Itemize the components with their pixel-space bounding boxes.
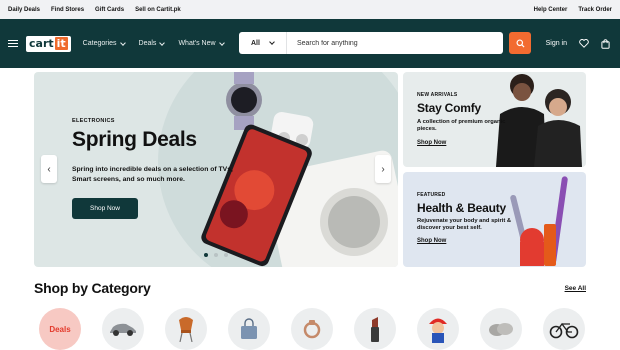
promo-health-beauty[interactable]: FEATURED Health & Beauty Rejuvenate your… [403, 172, 586, 267]
nav-categories-label: Categories [82, 40, 117, 47]
logo-it-text: it [54, 37, 68, 50]
promo1-shop-now-link[interactable]: Shop Now [417, 140, 446, 146]
ring-icon [303, 320, 321, 339]
nav-whats-new[interactable]: What's New [178, 39, 225, 47]
search-input[interactable] [286, 39, 477, 47]
category-handbag[interactable] [228, 308, 270, 350]
prev-slide-button[interactable]: ‹ [41, 155, 57, 183]
see-all-link[interactable]: See All [565, 285, 586, 292]
chair-icon [179, 317, 193, 342]
search-icon [515, 38, 525, 48]
chevron-left-icon: ‹ [47, 163, 51, 175]
hero-shop-now-button[interactable]: Shop Now [72, 198, 138, 219]
nav-deals[interactable]: Deals [138, 39, 166, 47]
find-stores-link[interactable]: Find Stores [51, 7, 84, 13]
promo-stay-comfy[interactable]: NEW ARRIVALS Stay Comfy A collection of … [403, 72, 586, 167]
slide-indicators [204, 253, 228, 257]
help-center-link[interactable]: Help Center [534, 7, 568, 13]
category-deals-label: Deals [49, 324, 71, 334]
hero-banner[interactable]: ELECTRONICS Spring Deals Spring into inc… [34, 72, 398, 267]
search-bar: All [239, 32, 503, 54]
search-category-select[interactable]: All [239, 32, 287, 54]
chevron-down-icon [159, 39, 166, 46]
category-list: Deals [39, 308, 585, 350]
slippers-icon [489, 323, 513, 336]
mario-figure-icon [429, 318, 447, 343]
top-left-links: Daily Deals Find Stores Gift Cards Sell … [8, 7, 181, 13]
category-deals[interactable]: Deals [39, 308, 81, 350]
category-mario-figure[interactable] [417, 308, 459, 350]
top-utility-bar: Daily Deals Find Stores Gift Cards Sell … [0, 0, 620, 19]
category-lipstick[interactable] [354, 308, 396, 350]
hero-section: ELECTRONICS Spring Deals Spring into inc… [34, 72, 586, 267]
main-nav: Categories Deals What's New [82, 39, 225, 47]
category-bicycle[interactable] [543, 308, 585, 350]
slide-dot-2[interactable] [214, 253, 218, 257]
promo2-tag: FEATURED [417, 192, 446, 198]
category-ring[interactable] [291, 308, 333, 350]
daily-deals-link[interactable]: Daily Deals [8, 7, 40, 13]
category-section-title: Shop by Category [34, 280, 151, 296]
sell-on-cartit-link[interactable]: Sell on Cartit.pk [135, 7, 181, 13]
promo2-title: Health & Beauty [417, 201, 507, 215]
logo-cart-text: cart [29, 37, 54, 50]
category-car[interactable] [102, 308, 144, 350]
promo2-description: Rejuvenate your body and spirit & discov… [417, 218, 512, 231]
header-actions: Sign in [546, 19, 610, 68]
promo1-tag: NEW ARRIVALS [417, 92, 458, 98]
hero-title: Spring Deals [72, 128, 197, 151]
top-right-links: Help Center Track Order [534, 7, 612, 13]
menu-icon[interactable] [8, 39, 18, 48]
hero-tag: ELECTRONICS [72, 118, 115, 124]
search-category-label: All [251, 39, 260, 47]
shopping-bag-icon[interactable] [601, 38, 610, 49]
car-icon [110, 323, 136, 336]
slide-dot-3[interactable] [224, 253, 228, 257]
category-slippers[interactable] [480, 308, 522, 350]
signin-link[interactable]: Sign in [546, 40, 567, 47]
chevron-down-icon [218, 39, 225, 46]
chevron-right-icon: › [381, 163, 385, 175]
promo2-shop-now-link[interactable]: Shop Now [417, 238, 446, 244]
search-button[interactable] [509, 32, 531, 54]
heart-icon[interactable] [579, 39, 589, 48]
handbag-icon [241, 318, 257, 339]
nav-whats-new-label: What's New [178, 40, 216, 47]
slide-dot-1[interactable] [204, 253, 208, 257]
category-chair[interactable] [165, 308, 207, 350]
lipstick-icon [371, 317, 379, 342]
site-logo[interactable]: cart it [26, 35, 71, 52]
gift-cards-link[interactable]: Gift Cards [95, 7, 124, 13]
main-header: cart it Categories Deals What's New All … [0, 19, 620, 68]
chevron-down-icon [269, 39, 275, 45]
bicycle-icon [549, 322, 579, 339]
next-slide-button[interactable]: › [375, 155, 391, 183]
promo1-description: A collection of premium organic pieces. [417, 119, 506, 132]
nav-categories[interactable]: Categories [82, 39, 126, 47]
category-header: Shop by Category See All [34, 280, 586, 296]
chevron-down-icon [119, 39, 126, 46]
track-order-link[interactable]: Track Order [578, 7, 612, 13]
nav-deals-label: Deals [138, 40, 157, 47]
hero-description: Spring into incredible deals on a select… [72, 166, 233, 183]
promo1-title: Stay Comfy [417, 101, 482, 115]
